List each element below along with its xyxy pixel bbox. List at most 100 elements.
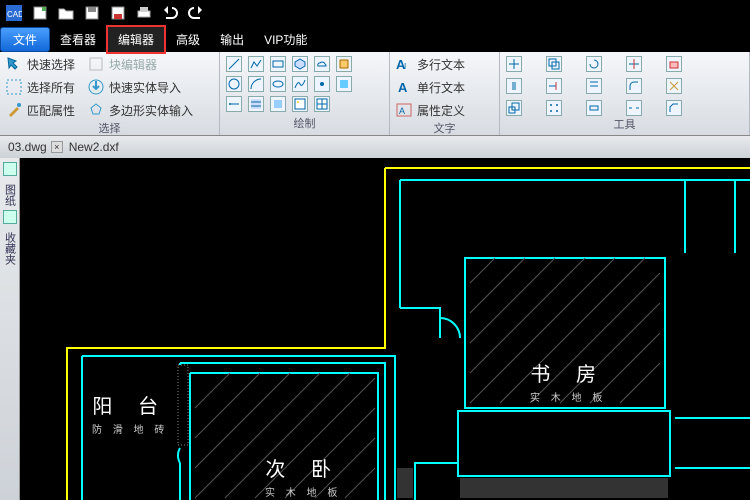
group-draw-label: 绘制 [226,115,383,133]
file-tab-2[interactable]: New2.dxf [69,140,119,154]
room-bedroom: 次 卧 实 木 地 板 [265,453,341,499]
insert-block-icon[interactable] [336,76,352,92]
undo-icon[interactable] [160,3,180,23]
side-fav-icon[interactable] [3,210,17,224]
menu-editor[interactable]: 编辑器 [106,25,166,54]
mtext-label[interactable]: 多行文本 [417,56,465,73]
cloud-icon[interactable] [314,56,330,72]
polygon-import-icon[interactable] [88,102,104,118]
trim-icon[interactable] [626,56,642,72]
pdf-icon[interactable] [108,3,128,23]
polyline-icon[interactable] [248,56,264,72]
explode-icon[interactable] [666,78,682,94]
group-select-label: 选择 [6,120,213,138]
balcony-name: 阳 台 [92,390,168,419]
copy-icon[interactable] [546,56,562,72]
block-editor-label: 块编辑器 [109,56,157,73]
side-drawing-label[interactable]: 图纸 [2,184,18,206]
menu-view[interactable]: 查看器 [50,27,106,52]
title-bar: CAD [0,0,750,26]
erase-icon[interactable] [666,56,682,72]
bedroom-name: 次 卧 [265,453,341,482]
bedroom-floor: 实 木 地 板 [265,484,341,499]
ribbon-group-select: 快速选择 块编辑器 选择所有 快速实体导入 匹配属性 多边形实体输入 选择 [0,52,220,135]
move-icon[interactable] [506,56,522,72]
ellipse-icon[interactable] [270,76,286,92]
stretch-icon[interactable] [586,100,602,116]
ribbon: 快速选择 块编辑器 选择所有 快速实体导入 匹配属性 多边形实体输入 选择 [0,52,750,136]
attdef-label[interactable]: 属性定义 [417,102,465,119]
menu-output[interactable]: 输出 [210,27,254,52]
match-props-icon[interactable] [6,102,22,118]
image-icon[interactable] [292,96,308,112]
quick-import-icon[interactable] [88,79,104,95]
ribbon-group-draw: 绘制 [220,52,390,135]
ribbon-group-text: AI 多行文本 A 单行文本 A 属性定义 文字 [390,52,500,135]
file-tab-2-label: New2.dxf [69,140,119,154]
rotate-icon[interactable] [586,56,602,72]
svg-text:A: A [398,80,408,95]
ray-icon[interactable] [226,96,242,112]
floorplan-svg [20,158,750,500]
block-icon[interactable] [336,56,352,72]
balcony-floor: 防 滑 地 砖 [92,421,168,436]
workspace: 图纸 收藏夹 [0,158,750,500]
fillet-icon[interactable] [626,78,642,94]
point-icon[interactable] [314,76,330,92]
mtext-icon[interactable]: AI [396,56,412,72]
menu-bar: 文件 查看器 编辑器 高级 输出 VIP功能 [0,26,750,52]
file-tab-bar: 03.dwg × New2.dxf [0,136,750,158]
drawing-canvas[interactable]: 阳 台 防 滑 地 砖 次 卧 实 木 地 板 书 房 实 木 地 板 [20,158,750,500]
hatch-icon[interactable] [248,96,264,112]
line-icon[interactable] [226,56,242,72]
group-text-label: 文字 [396,120,493,138]
block-editor-icon [88,56,104,72]
mirror-icon[interactable] [506,78,522,94]
arc-icon[interactable] [248,76,264,92]
file-tab-1-label: 03.dwg [8,140,47,154]
save-icon[interactable] [82,3,102,23]
select-all-label[interactable]: 选择所有 [27,79,75,96]
select-all-icon[interactable] [6,79,22,95]
dtext-icon[interactable]: A [396,79,412,95]
break-icon[interactable] [626,100,642,116]
ribbon-group-tools: 工具 [500,52,750,135]
side-panel: 图纸 收藏夹 [0,158,20,500]
quick-select-label[interactable]: 快速选择 [27,56,75,73]
new-icon[interactable] [30,3,50,23]
redo-icon[interactable] [186,3,206,23]
extend-icon[interactable] [546,78,562,94]
menu-vip[interactable]: VIP功能 [254,27,317,52]
table-icon[interactable] [314,96,330,112]
close-tab-icon[interactable]: × [51,141,63,153]
tools-grid [506,54,743,116]
attdef-icon[interactable]: A [396,102,412,118]
scale-icon[interactable] [506,100,522,116]
polygon-icon[interactable] [292,56,308,72]
match-props-label[interactable]: 匹配属性 [27,102,75,119]
svg-text:A: A [399,106,405,116]
file-tab-1[interactable]: 03.dwg × [8,140,63,154]
chamfer-icon[interactable] [666,100,682,116]
polygon-import-label[interactable]: 多边形实体输入 [109,102,193,119]
array-icon[interactable] [546,100,562,116]
svg-text:I: I [404,62,406,71]
group-tools-label: 工具 [506,116,743,134]
dtext-label[interactable]: 单行文本 [417,79,465,96]
circle-icon[interactable] [226,76,242,92]
quick-select-icon[interactable] [6,56,22,72]
room-study: 书 房 实 木 地 板 [530,358,606,404]
offset-icon[interactable] [586,78,602,94]
menu-file[interactable]: 文件 [0,27,50,52]
region-icon[interactable] [270,96,286,112]
menu-advanced[interactable]: 高级 [166,27,210,52]
print-icon[interactable] [134,3,154,23]
open-icon[interactable] [56,3,76,23]
app-icon: CAD [4,3,24,23]
draw-tools-grid [226,54,383,112]
rect-icon[interactable] [270,56,286,72]
side-fav-label[interactable]: 收藏夹 [2,232,18,265]
spline-icon[interactable] [292,76,308,92]
quick-import-label[interactable]: 快速实体导入 [109,79,181,96]
side-drawing-icon[interactable] [3,162,17,176]
